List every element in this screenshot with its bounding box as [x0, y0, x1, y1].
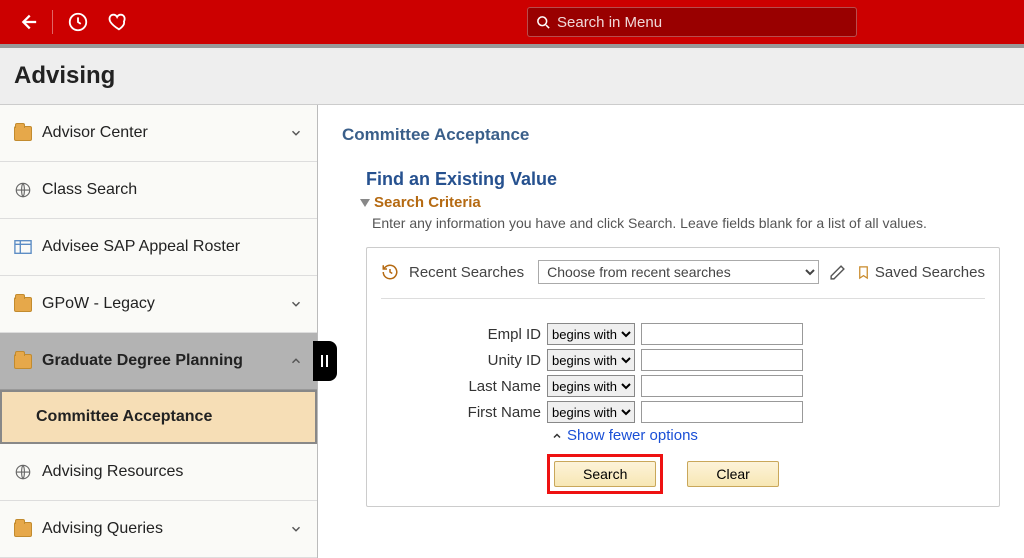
field-label: Empl ID	[381, 326, 541, 343]
pencil-icon[interactable]	[829, 264, 846, 281]
sidebar-item-committee-acceptance[interactable]: Committee Acceptance	[0, 390, 317, 444]
menu-search[interactable]: Search in Menu	[527, 7, 857, 37]
triangle-down-icon	[360, 199, 370, 207]
field-label: Unity ID	[381, 352, 541, 369]
sidebar-item-graduate-degree-planning[interactable]: Graduate Degree Planning	[0, 333, 317, 390]
sidebar-item-advisor-center[interactable]: Advisor Center	[0, 105, 317, 162]
field-label: First Name	[381, 404, 541, 421]
history-icon	[381, 263, 399, 281]
globe-icon	[14, 463, 32, 481]
chevron-down-icon	[289, 126, 303, 140]
topbar-divider	[52, 10, 53, 34]
folder-icon	[14, 354, 32, 369]
content-title: Committee Acceptance	[342, 125, 1000, 145]
sidebar-item-label: Advisee SAP Appeal Roster	[42, 238, 303, 256]
search-button[interactable]: Search	[554, 461, 656, 487]
main-content: Committee Acceptance Find an Existing Va…	[318, 105, 1024, 558]
page-heading: Advising	[14, 62, 1010, 90]
sidebar-item-gpow-legacy[interactable]: GPoW - Legacy	[0, 276, 317, 333]
field-input[interactable]	[641, 323, 803, 345]
back-arrow-icon	[16, 11, 38, 33]
field-operator-select[interactable]: begins with	[547, 323, 635, 345]
clear-button[interactable]: Clear	[687, 461, 778, 487]
sidebar-item-label: Class Search	[42, 181, 303, 199]
sidebar-item-label: Graduate Degree Planning	[42, 352, 279, 370]
sidebar-item-advisee-sap-appeal-roster[interactable]: Advisee SAP Appeal Roster	[0, 219, 317, 276]
titlebar: Advising	[0, 44, 1024, 105]
search-panel: Recent Searches Choose from recent searc…	[366, 247, 1000, 507]
table-icon	[14, 238, 32, 256]
sidebar-item-label: Advising Resources	[42, 463, 303, 481]
history-button[interactable]	[61, 5, 95, 39]
search-highlight: Search	[547, 454, 663, 494]
form-row-empl-id: Empl ID begins with	[381, 323, 985, 345]
field-input[interactable]	[641, 375, 803, 397]
saved-searches[interactable]: Saved Searches	[856, 264, 985, 281]
search-icon	[536, 15, 551, 30]
show-fewer-options[interactable]: Show fewer options	[551, 427, 985, 444]
bookmark-icon	[856, 264, 871, 281]
chevron-up-icon	[551, 430, 563, 442]
menu-search-placeholder: Search in Menu	[557, 14, 662, 31]
sidebar-item-advising-resources[interactable]: Advising Resources	[0, 444, 317, 501]
sidebar-item-advising-queries[interactable]: Advising Queries	[0, 501, 317, 558]
saved-searches-label: Saved Searches	[875, 264, 985, 281]
globe-icon	[14, 181, 32, 199]
sidebar-item-label: Committee Acceptance	[36, 408, 301, 426]
folder-icon	[14, 522, 32, 537]
back-button[interactable]	[10, 5, 44, 39]
drag-handle-icon	[320, 354, 330, 368]
recent-searches-select[interactable]: Choose from recent searches	[538, 260, 819, 284]
chevron-down-icon	[289, 522, 303, 536]
sidebar: Advisor Center Class Search Advisee SAP Ap…	[0, 105, 318, 558]
field-label: Last Name	[381, 378, 541, 395]
folder-icon	[14, 297, 32, 312]
sidebar-item-label: Advising Queries	[42, 520, 279, 538]
field-input[interactable]	[641, 401, 803, 423]
sidebar-item-class-search[interactable]: Class Search	[0, 162, 317, 219]
sidebar-item-label: GPoW - Legacy	[42, 295, 279, 313]
form-row-unity-id: Unity ID begins with	[381, 349, 985, 371]
sidebar-collapse-handle[interactable]	[313, 341, 337, 381]
form-row-last-name: Last Name begins with	[381, 375, 985, 397]
recent-searches-label: Recent Searches	[409, 264, 524, 281]
chevron-down-icon	[289, 297, 303, 311]
show-fewer-label: Show fewer options	[567, 427, 698, 444]
chevron-up-icon	[289, 354, 303, 368]
field-operator-select[interactable]: begins with	[547, 375, 635, 397]
sidebar-item-label: Advisor Center	[42, 124, 279, 142]
form-row-first-name: First Name begins with	[381, 401, 985, 423]
topbar: Search in Menu	[0, 0, 1024, 44]
section-title: Find an Existing Value	[366, 169, 1000, 190]
search-criteria-label: Search Criteria	[374, 194, 481, 211]
favorite-button[interactable]	[101, 5, 135, 39]
field-operator-select[interactable]: begins with	[547, 349, 635, 371]
field-input[interactable]	[641, 349, 803, 371]
field-operator-select[interactable]: begins with	[547, 401, 635, 423]
clock-icon	[67, 11, 89, 33]
heart-icon	[107, 11, 129, 33]
helper-text: Enter any information you have and click…	[372, 215, 1000, 231]
folder-icon	[14, 126, 32, 141]
